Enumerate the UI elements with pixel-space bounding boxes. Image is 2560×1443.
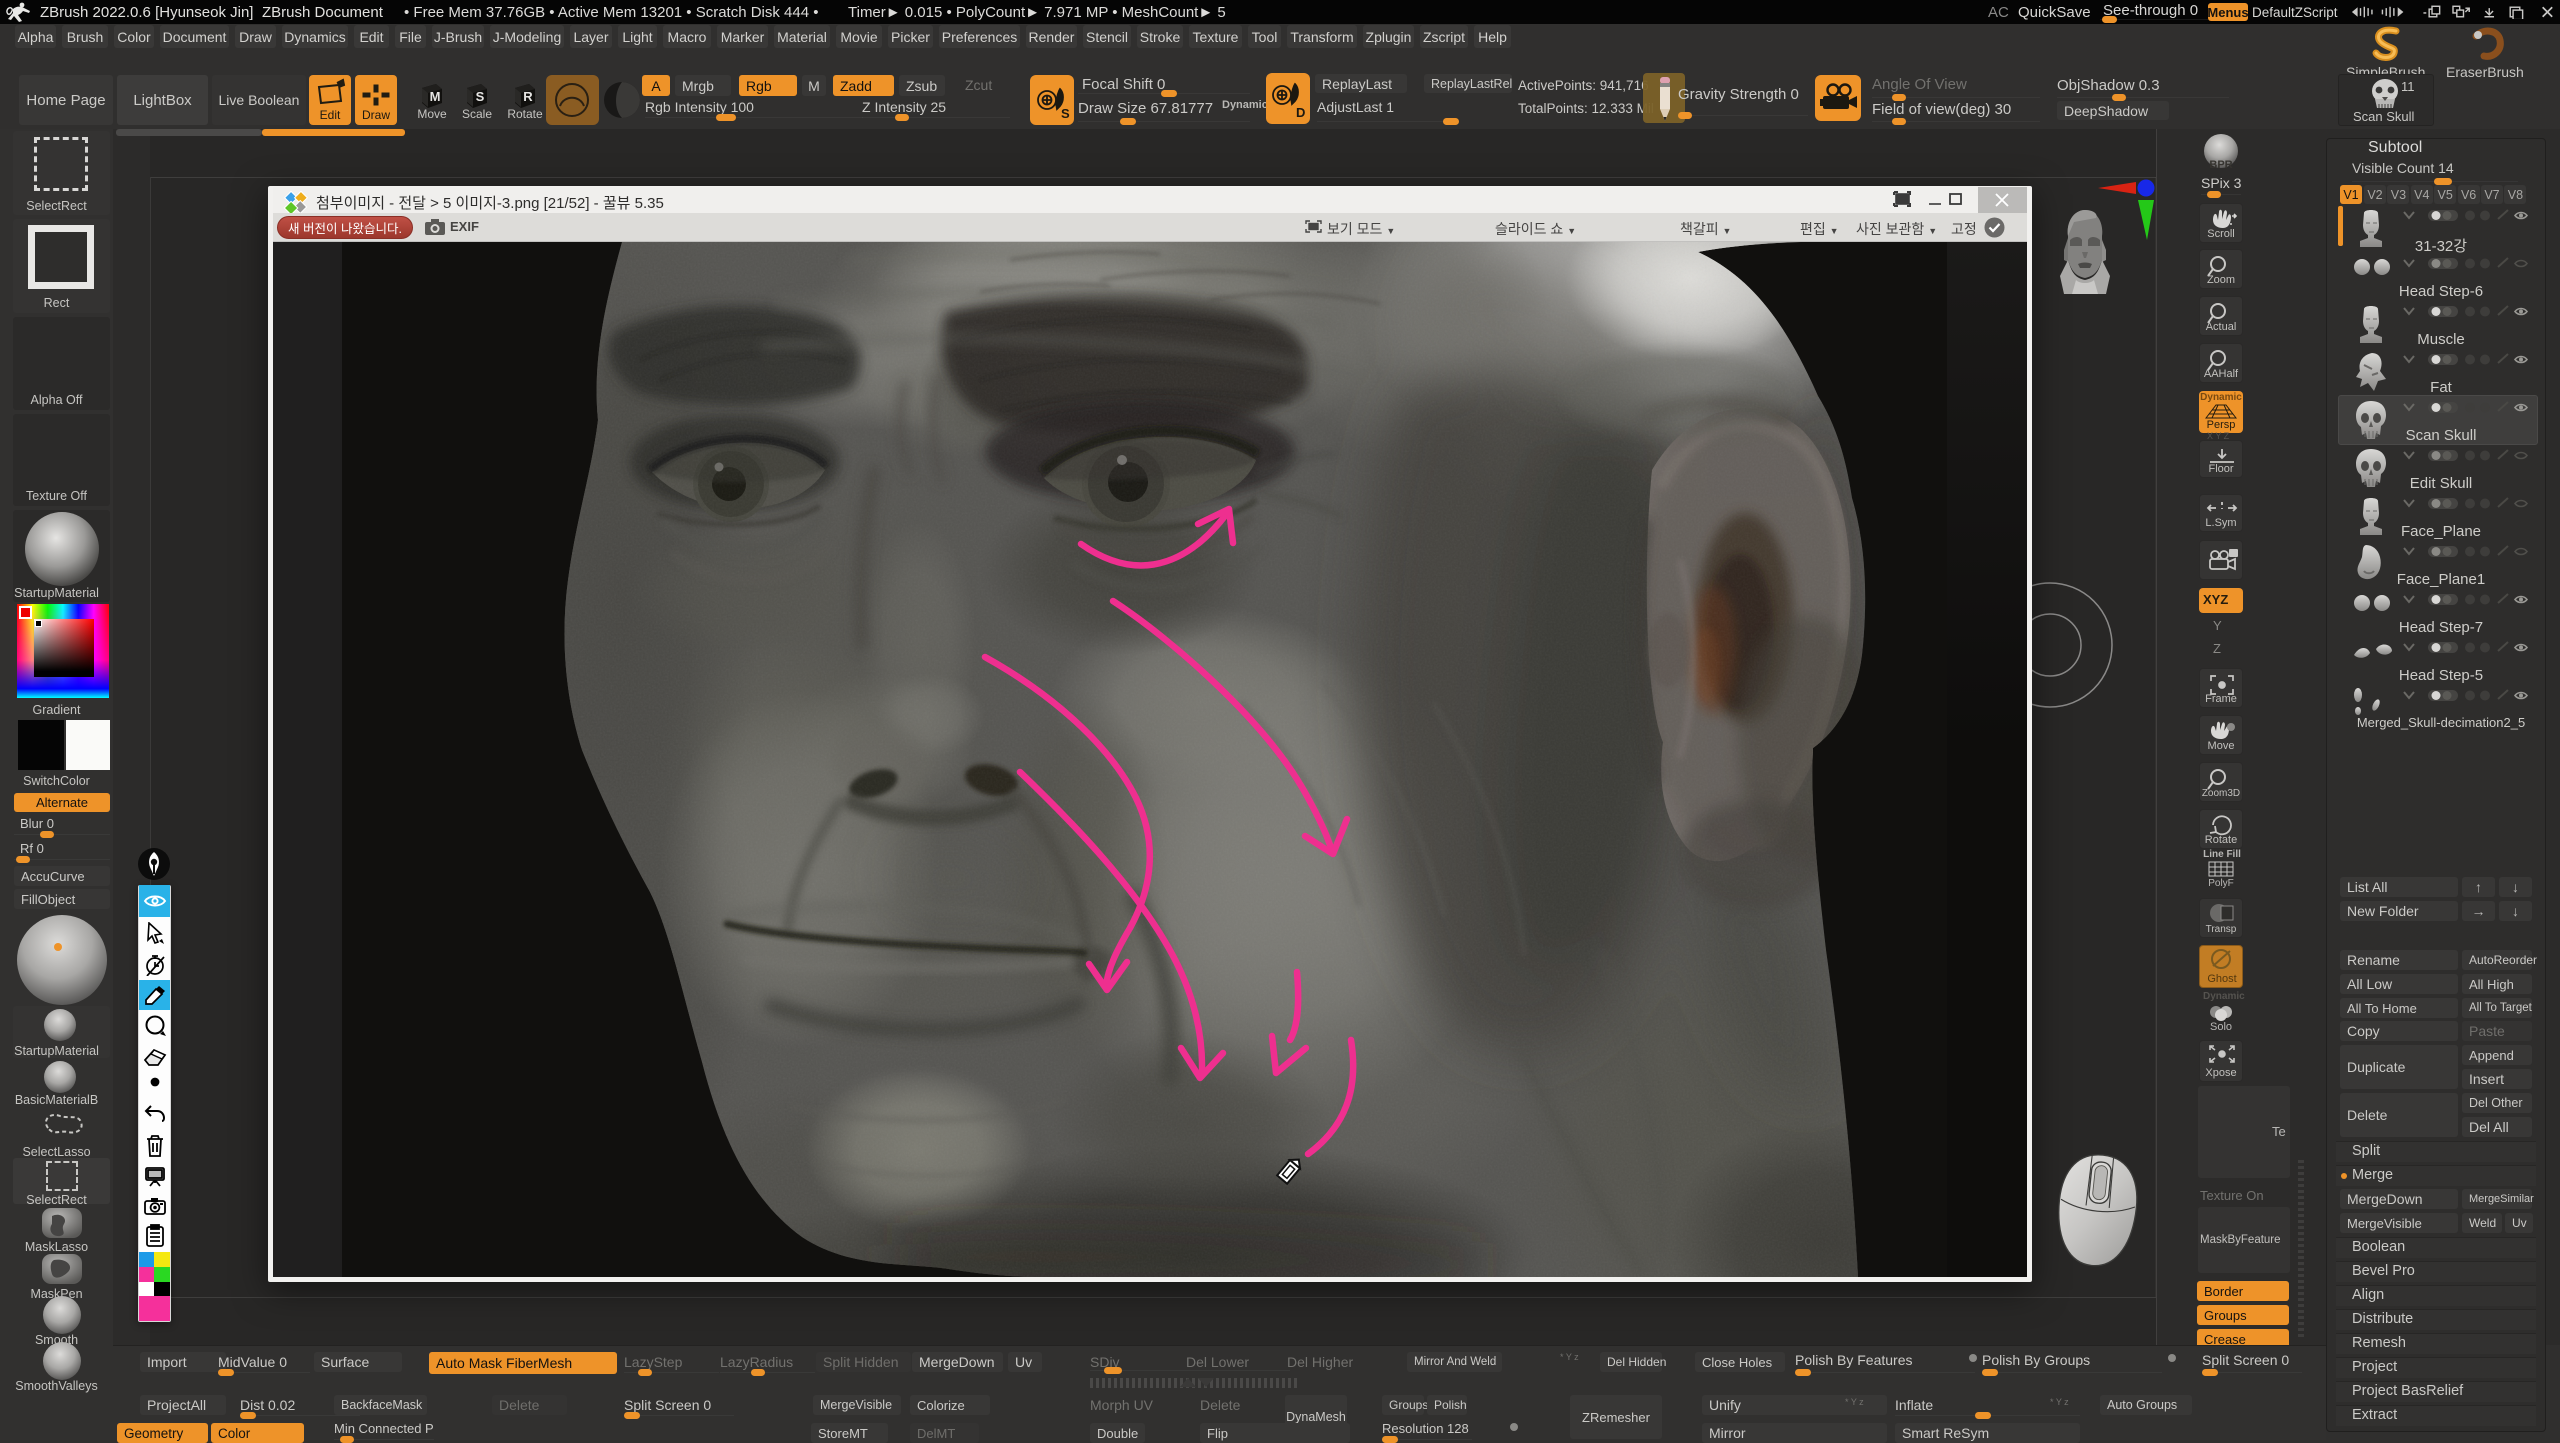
svg-text:R: R (523, 89, 533, 104)
svg-text:Draw: Draw (362, 108, 390, 122)
svg-text:BPR: BPR (2209, 159, 2232, 171)
svg-text:M: M (430, 89, 441, 104)
svg-text:S: S (476, 89, 485, 104)
svg-text:Scale: Scale (462, 107, 492, 121)
svg-text:Move: Move (417, 107, 447, 121)
svg-text:Edit: Edit (320, 108, 341, 122)
svg-text:Rotate: Rotate (507, 107, 543, 121)
svg-text:D: D (1296, 105, 1305, 120)
svg-text:S: S (1061, 106, 1070, 121)
